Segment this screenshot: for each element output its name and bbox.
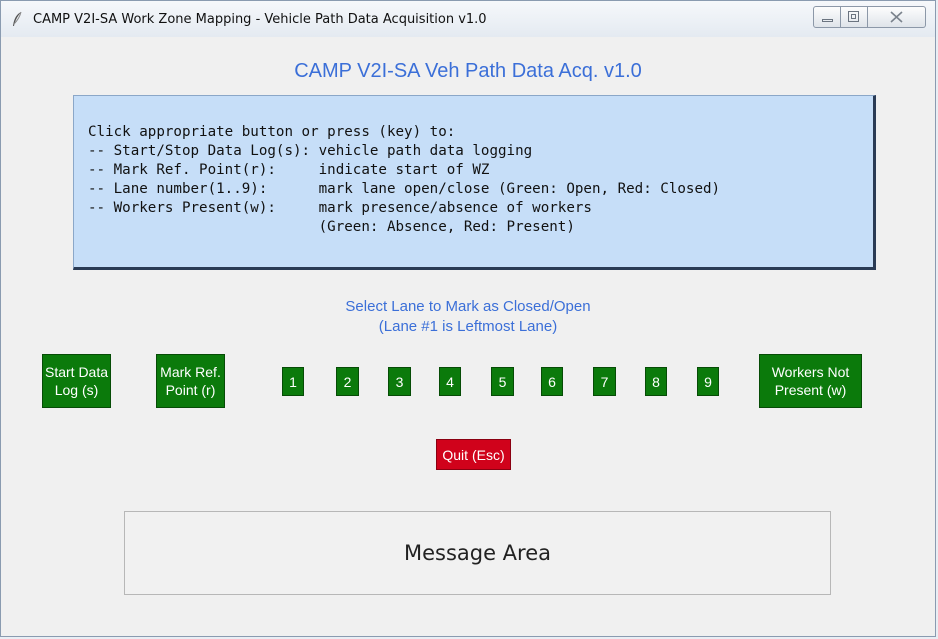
instructions-text: Click appropriate button or press (key) … [88,123,720,237]
lane-8-button[interactable]: 8 [645,367,667,396]
app-content: CAMP V2I-SA Veh Path Data Acq. v1.0 Clic… [9,37,927,629]
message-area: Message Area [124,511,831,595]
close-button[interactable] [868,6,926,28]
maximize-icon-inner [851,14,856,19]
start-data-log-button[interactable]: Start Data Log (s) [42,354,111,408]
mark-ref-point-label-line2: Point (r) [165,382,216,398]
lane-caption-line2: (Lane #1 is Leftmost Lane) [378,318,558,335]
instruction-line: -- Lane number(1..9): mark lane open/clo… [88,181,721,197]
instruction-line: -- Mark Ref. Point(r): indicate start of… [88,162,490,178]
maximize-button[interactable] [841,6,868,28]
title-bar[interactable]: CAMP V2I-SA Work Zone Mapping - Vehicle … [1,1,935,37]
mark-ref-point-label-line1: Mark Ref. [160,364,221,380]
lane-9-button[interactable]: 9 [697,367,719,396]
feather-icon [13,11,22,26]
minimize-button[interactable] [813,6,841,28]
lane-3-button[interactable]: 3 [388,367,411,396]
lane-5-button[interactable]: 5 [491,367,514,396]
instruction-line: -- Start/Stop Data Log(s): vehicle path … [88,143,533,159]
lane-2-button[interactable]: 2 [336,367,359,396]
window-title: CAMP V2I-SA Work Zone Mapping - Vehicle … [33,12,487,27]
app-title: CAMP V2I-SA Veh Path Data Acq. v1.0 [294,60,642,82]
lane-1-button[interactable]: 1 [282,367,304,396]
workers-present-label-line1: Workers Not [771,364,850,380]
start-data-log-label-line2: Log (s) [54,382,99,398]
minimize-icon [822,19,833,22]
lane-4-button[interactable]: 4 [439,367,461,396]
instruction-line: -- Workers Present(w): mark presence/abs… [88,200,592,216]
start-data-log-label-line1: Start Data [44,364,109,380]
instruction-line: Click appropriate button or press (key) … [88,124,456,140]
mark-ref-point-button[interactable]: Mark Ref. Point (r) [156,354,225,408]
message-area-text: Message Area [403,541,552,565]
instructions-panel: Click appropriate button or press (key) … [73,95,876,270]
lane-6-button[interactable]: 6 [541,367,563,396]
lane-selection-caption: Select Lane to Mark as Closed/Open (Lane… [9,297,927,337]
app-window: CAMP V2I-SA Work Zone Mapping - Vehicle … [0,0,936,637]
lane-7-button[interactable]: 7 [593,367,616,396]
lane-caption-line1: Select Lane to Mark as Closed/Open [345,298,591,315]
close-icon [890,11,903,23]
instruction-line: (Green: Absence, Red: Present) [88,219,575,235]
quit-button[interactable]: Quit (Esc) [436,439,511,470]
workers-present-label-line2: Present (w) [774,382,847,398]
workers-present-button[interactable]: Workers Not Present (w) [759,354,862,408]
